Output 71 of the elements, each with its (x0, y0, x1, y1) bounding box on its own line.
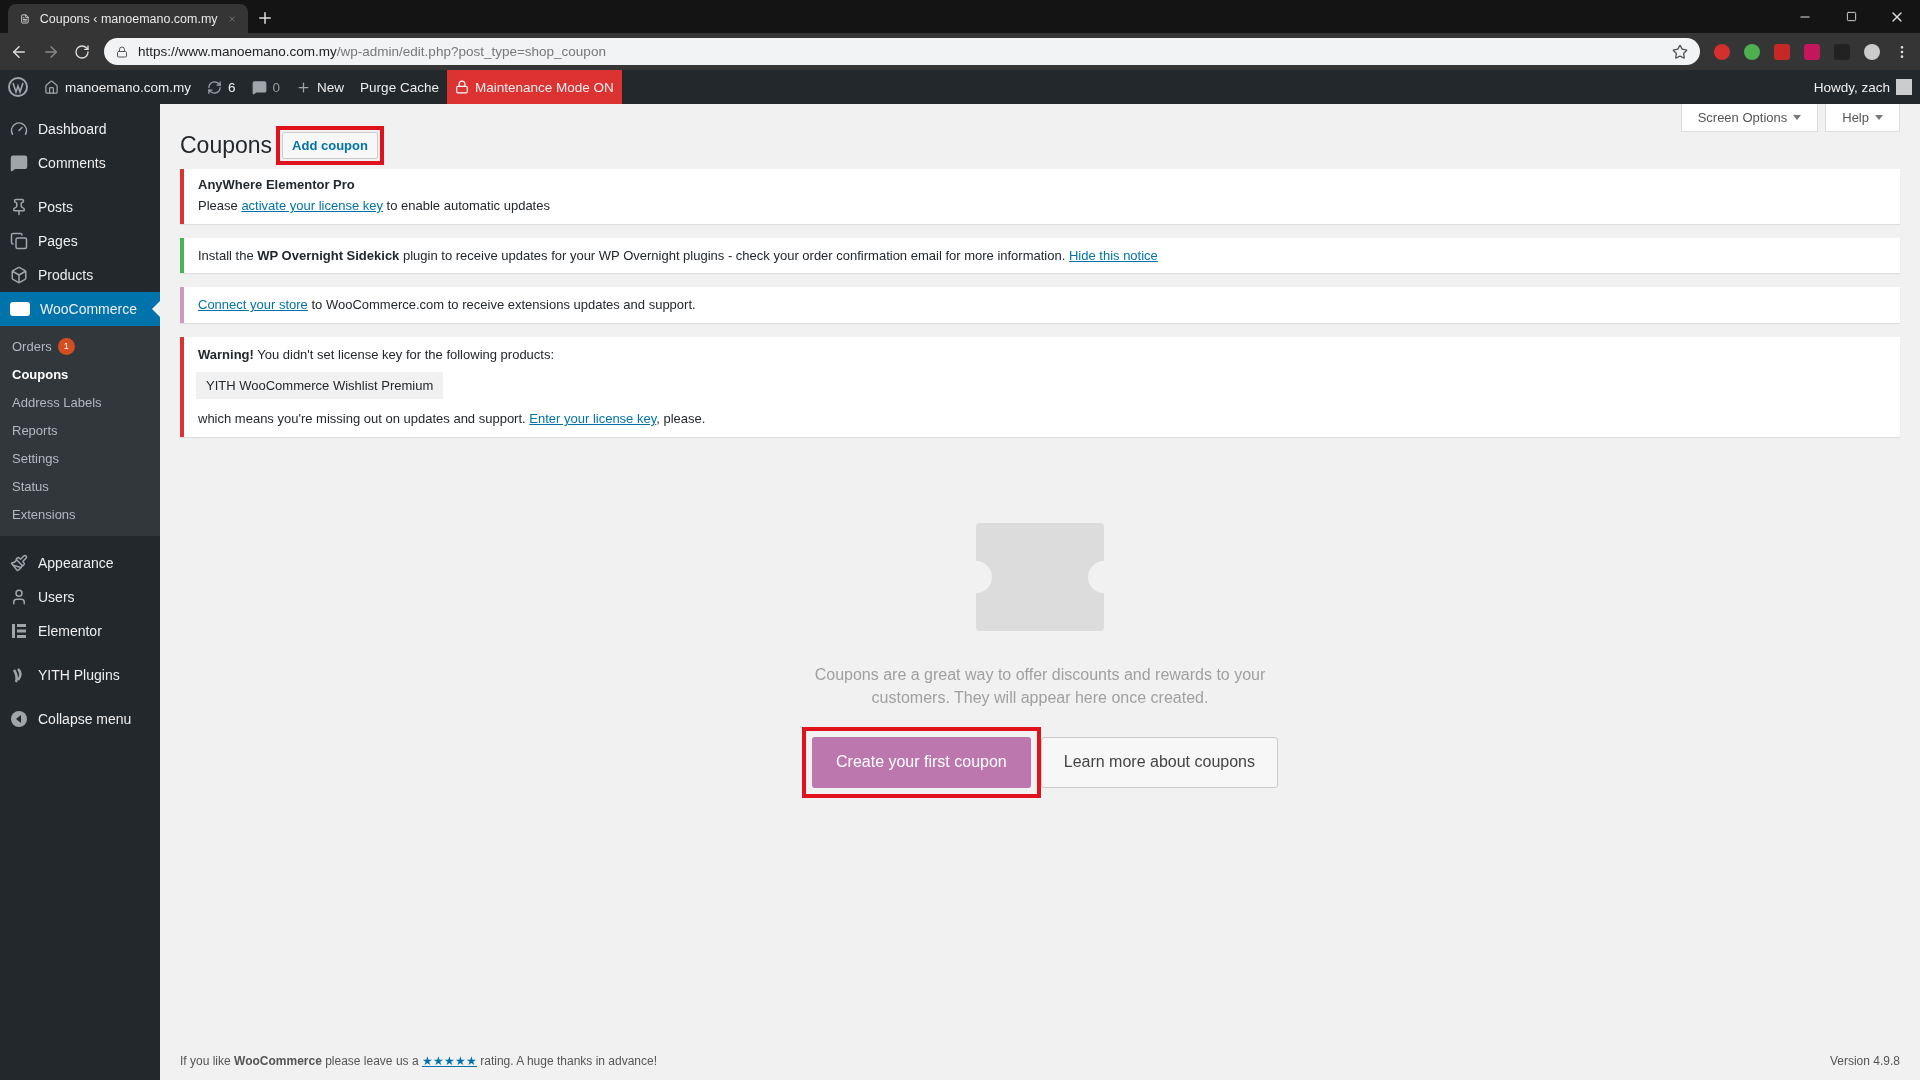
footer-text: If you like WooCommerce please leave us a ★★★★★ rating. A huge thanks in advance! (180, 1054, 658, 1068)
notice-text: which means you're missing out on updates and support. Enter your license key, please. (198, 410, 707, 428)
learn-more-button[interactable]: Learn more about coupons (1040, 736, 1278, 788)
submenu-item[interactable]: Extensions (0, 500, 160, 528)
new-link[interactable]: New (317, 79, 345, 95)
pin-icon (10, 198, 28, 216)
pages-icon (10, 232, 28, 250)
comment-icon (10, 154, 28, 172)
menu-item[interactable]: Appearance (0, 546, 160, 580)
menu-item[interactable]: Users (0, 580, 160, 614)
paintbrush-icon (10, 554, 28, 572)
browser-tab[interactable]: Coupons ‹ manoemano.com.my (8, 4, 248, 33)
menu-item[interactable]: Pages (0, 224, 160, 258)
user-icon (10, 588, 28, 606)
comments-count[interactable]: 0 (272, 79, 281, 95)
empty-message: Coupons are a great way to offer discounts and rewards to your customers. They will appear here once created. (813, 664, 1267, 708)
profile-avatar[interactable] (1864, 43, 1880, 60)
count-badge: 1 (57, 337, 75, 355)
purge-cache-link[interactable]: Purge Cache (352, 70, 447, 104)
elementor-icon (10, 622, 28, 640)
updates-count[interactable]: 6 (228, 79, 236, 95)
notice-text: Please activate your license key to enable automatic updates (198, 197, 551, 215)
updates-icon[interactable] (207, 79, 223, 95)
woo-logo-icon (10, 302, 30, 316)
product-tag: YITH WooCommerce Wishlist Premium (196, 372, 444, 399)
bookmark-icon[interactable] (1672, 43, 1688, 60)
submenu-item[interactable]: Orders 1 (0, 332, 160, 360)
text-link[interactable]: activate your license key (241, 198, 383, 213)
notice-title: AnyWhere Elementor Pro (198, 177, 356, 192)
account-link[interactable]: Howdy, zach (1813, 79, 1890, 95)
collapse-icon (10, 710, 28, 728)
dashboard-icon (10, 120, 28, 138)
version-text: Version 4.9.8 (1829, 1054, 1900, 1068)
menu-item[interactable]: WooCommerce (0, 292, 160, 326)
lock-icon (116, 45, 128, 58)
extension-icon[interactable] (1744, 43, 1760, 60)
address-bar[interactable]: https://www.manoemano.com.my/wp-admin/edit.php?post_type=shop_coupon (104, 38, 1700, 65)
notice-text: Connect your store to WooCommerce.com to receive extensions updates and support. (198, 296, 697, 314)
comment-icon[interactable] (251, 79, 267, 95)
screen-tab[interactable]: Screen Options (1680, 104, 1819, 132)
text-link[interactable]: ★★★★★ (421, 1054, 477, 1068)
menu-item[interactable]: Posts (0, 190, 160, 224)
menu-item[interactable]: Dashboard (0, 112, 160, 146)
menu-item[interactable]: Products (0, 258, 160, 292)
home-icon[interactable] (44, 79, 59, 95)
screen-tab[interactable]: Help (1825, 104, 1900, 132)
new-tab-icon[interactable] (256, 9, 274, 27)
page-title: Coupons (180, 132, 273, 159)
page-icon (20, 11, 30, 26)
menu-item[interactable]: Comments (0, 146, 160, 180)
submenu-item[interactable]: Settings (0, 444, 160, 472)
extension-icon[interactable] (1714, 43, 1730, 60)
menu-item[interactable]: Collapse menu (0, 702, 160, 736)
text-link[interactable]: Hide this notice (1068, 247, 1158, 263)
submenu-item[interactable]: Reports (0, 416, 160, 444)
menu-item[interactable]: Elementor (0, 614, 160, 648)
submenu-item[interactable]: Status (0, 472, 160, 500)
menu-item[interactable]: YITH Plugins (0, 658, 160, 692)
reload-icon[interactable] (74, 43, 90, 60)
add-coupon-button[interactable]: Add coupon (282, 132, 378, 159)
plus-icon[interactable] (296, 79, 312, 95)
lock-icon (454, 80, 469, 94)
submenu-item[interactable]: Coupons (0, 360, 160, 388)
site-link[interactable]: manoemano.com.my (65, 79, 192, 95)
text-link[interactable]: Connect your store (198, 297, 308, 312)
submenu-item[interactable]: Address Labels (0, 388, 160, 416)
maintenance-mode-link[interactable]: Maintenance Mode ON (446, 70, 622, 104)
restore-icon[interactable] (1845, 11, 1857, 22)
notice-text: Install the WP Overnight Sidekick plugin to receive updates for your WP Overnight plugins - check your order confirmation email for more information. Hide this notice (198, 246, 1159, 265)
notice-text: Warning! You didn't set license key for the following products: (198, 345, 556, 364)
box-icon (10, 266, 28, 284)
